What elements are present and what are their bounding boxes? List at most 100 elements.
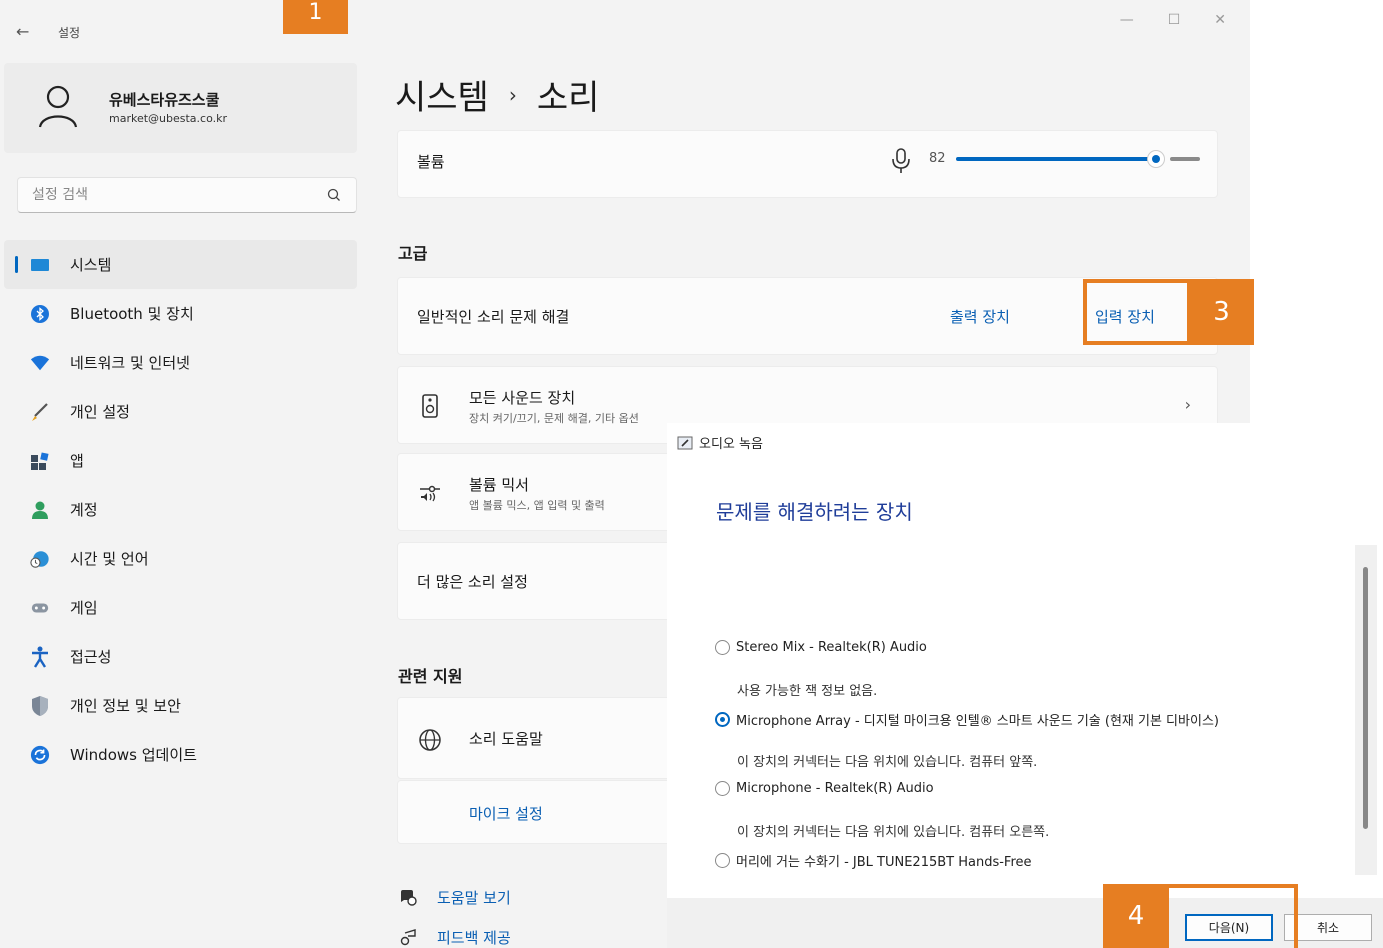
device-option[interactable]: Microphone - Realtek(R) Audio [715,781,934,796]
apps-icon [30,451,50,471]
sidebar-item-accessibility[interactable]: 접근성 [4,632,357,681]
dialog-heading: 문제를 해결하려는 장치 [716,500,913,524]
sidebar-item-privacy[interactable]: 개인 정보 및 보안 [4,681,357,730]
sidebar-item-time-language[interactable]: 시간 및 언어 [4,534,357,583]
volume-mixer-subtitle: 앱 볼륨 믹스, 앱 입력 및 출력 [469,499,605,512]
feedback-label: 피드백 제공 [437,928,511,947]
help-icon [397,886,419,908]
audio-recording-dialog: 오디오 녹음 문제를 해결하려는 장치 Stereo Mix - Realtek… [667,423,1383,948]
device-option-selected[interactable]: Microphone Array - 디지털 마이크용 인텔® 스마트 사운드 … [715,710,1219,729]
bluetooth-icon [30,304,50,324]
mixer-icon [420,485,440,502]
volume-label: 볼륨 [417,153,445,171]
step-marker-1: 1 [283,0,348,34]
sidebar-item-label: 게임 [70,599,98,617]
globe-icon [419,729,441,751]
sidebar-item-gaming[interactable]: 게임 [4,583,357,632]
sidebar-item-label: Windows 업데이트 [70,746,197,764]
sidebar-item-personalization[interactable]: 개인 설정 [4,387,357,436]
sidebar-item-label: 시스템 [70,256,112,274]
more-sound-settings-label: 더 많은 소리 설정 [417,573,528,591]
device-option[interactable]: 머리에 거는 수화기 - JBL TUNE215BT Hands-Free [715,851,1032,870]
sidebar-item-apps[interactable]: 앱 [4,436,357,485]
dialog-scrollbar[interactable] [1355,545,1377,875]
device-label: 머리에 거는 수화기 - JBL TUNE215BT Hands-Free [736,855,1032,870]
maximize-button[interactable]: ☐ [1168,12,1181,28]
radio-button[interactable] [715,853,730,868]
chevron-right-icon: › [1184,395,1191,414]
advanced-heading: 고급 [398,244,428,263]
troubleshooter-icon [677,436,693,449]
sidebar-item-network[interactable]: 네트워크 및 인터넷 [4,338,357,387]
breadcrumb-parent[interactable]: 시스템 [395,70,489,119]
search-box[interactable] [17,177,357,213]
active-indicator [15,256,18,273]
volume-mixer-title: 볼륨 믹서 [469,476,529,494]
breadcrumb-separator: › [508,82,517,107]
mic-setup-link[interactable]: 마이크 설정 [469,803,543,824]
sidebar-item-bluetooth[interactable]: Bluetooth 및 장치 [4,289,357,338]
minimize-button[interactable]: — [1120,12,1134,28]
accessibility-icon [30,646,50,668]
microphone-icon[interactable] [890,147,912,175]
gamepad-icon [30,598,50,618]
sidebar-item-label: 앱 [70,452,84,470]
device-label: Microphone Array - 디지털 마이크용 인텔® 스마트 사운드 … [736,714,1219,729]
sound-help-label: 소리 도움말 [469,730,543,748]
all-sound-devices-title: 모든 사운드 장치 [469,389,576,407]
sidebar-item-label: 계정 [70,501,98,519]
output-device-link[interactable]: 출력 장치 [950,306,1010,327]
sidebar-nav: 시스템 Bluetooth 및 장치 네트워크 및 인터넷 개인 설정 앱 계정… [4,240,357,779]
device-label: Microphone - Realtek(R) Audio [736,781,934,796]
dialog-title-bar: 오디오 녹음 [677,433,763,452]
sidebar-item-system[interactable]: 시스템 [4,240,357,289]
step-marker-4: 4 [1103,884,1169,948]
device-info: 이 장치의 커넥터는 다음 위치에 있습니다. 컴퓨터 앞쪽. [737,755,1038,770]
step-marker-3: 3 [1189,279,1254,345]
related-support-heading: 관련 지원 [398,667,463,686]
search-input[interactable] [18,178,298,212]
profile-email: market@ubesta.co.kr [109,112,228,125]
get-help-link[interactable]: 도움말 보기 [397,886,511,908]
breadcrumb: 시스템 › 소리 [395,70,599,119]
app-title: 설정 [58,26,81,40]
volume-slider-thumb[interactable] [1147,150,1165,168]
speaker-icon [422,394,438,418]
sidebar-item-label: Bluetooth 및 장치 [70,305,194,323]
page-title: 소리 [536,78,600,118]
sidebar-item-accounts[interactable]: 계정 [4,485,357,534]
all-sound-devices-subtitle: 장치 켜기/끄기, 문제 해결, 기타 옵션 [469,412,639,425]
title-bar: ← 설정 — ☐ ✕ [0,0,1250,60]
feedback-link[interactable]: 피드백 제공 [397,926,511,948]
account-icon [30,500,50,520]
system-icon [30,255,50,275]
close-button[interactable]: ✕ [1214,12,1226,28]
device-option[interactable]: Stereo Mix - Realtek(R) Audio [715,640,927,655]
search-icon[interactable] [326,187,342,203]
radio-button[interactable] [715,781,730,796]
feedback-icon [397,926,419,948]
volume-slider[interactable] [956,150,1200,168]
next-button-highlight [1165,884,1298,948]
dialog-title: 오디오 녹음 [699,437,763,452]
scrollbar-thumb[interactable] [1363,567,1368,829]
radio-button-checked[interactable] [715,712,730,727]
avatar-icon [38,85,78,128]
brush-icon [30,402,50,422]
radio-button[interactable] [715,640,730,655]
sidebar-item-windows-update[interactable]: Windows 업데이트 [4,730,357,779]
troubleshoot-label: 일반적인 소리 문제 해결 [417,308,570,326]
volume-value: 82 [929,151,946,166]
sidebar-item-label: 시간 및 언어 [70,550,149,568]
shield-icon [30,695,50,716]
input-device-highlight [1083,279,1191,345]
update-icon [30,745,50,765]
device-info: 이 장치의 커넥터는 다음 위치에 있습니다. 컴퓨터 오른쪽. [737,825,1050,840]
get-help-label: 도움말 보기 [437,888,511,907]
sidebar-item-label: 네트워크 및 인터넷 [70,354,190,372]
sidebar-item-label: 접근성 [70,648,112,666]
sidebar-item-label: 개인 정보 및 보안 [70,697,181,715]
profile-card[interactable]: 유베스타유즈스쿨 market@ubesta.co.kr [4,63,357,153]
volume-slider-fill [956,157,1152,161]
back-button[interactable]: ← [16,22,29,41]
